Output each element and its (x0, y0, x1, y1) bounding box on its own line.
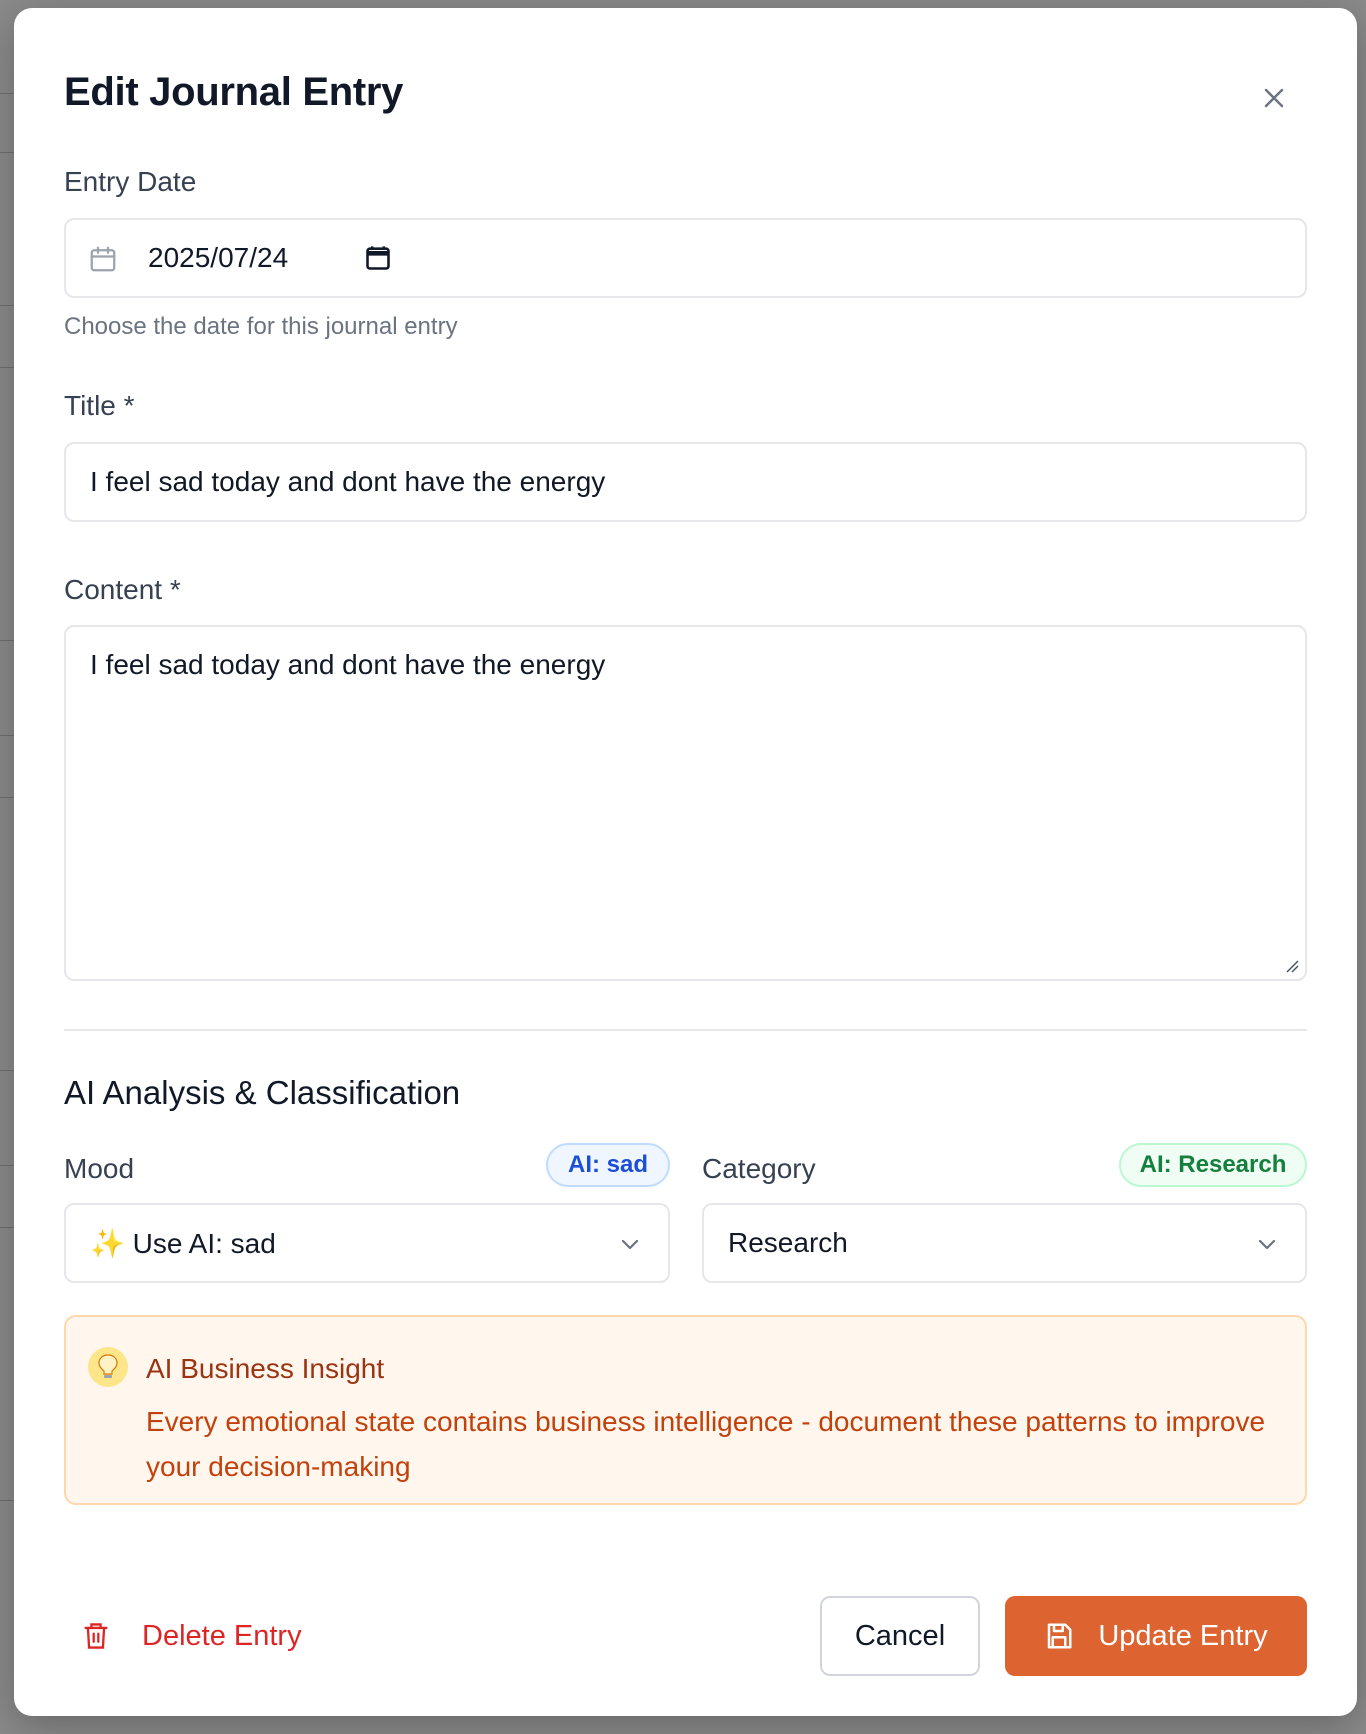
category-select-value: Research (728, 1227, 848, 1258)
close-icon (1264, 88, 1284, 108)
modal-title: Edit Journal Entry (64, 70, 404, 114)
lightbulb-icon (88, 1347, 128, 1387)
title-label: Title * (64, 390, 135, 421)
trash-icon (84, 1623, 108, 1649)
section-divider (64, 1029, 1307, 1031)
edit-entry-modal: Edit Journal Entry Entry Date 2025/07/24… (14, 8, 1357, 1716)
mood-label: Mood (64, 1153, 135, 1184)
chevron-down-icon (1258, 1239, 1276, 1250)
content-textarea-value: I feel sad today and dont have the energ… (90, 649, 606, 680)
delete-entry-label: Delete Entry (142, 1619, 302, 1652)
category-label: Category (702, 1153, 816, 1184)
calendar-icon (90, 246, 116, 272)
category-select[interactable]: Research (702, 1203, 1307, 1283)
mood-select[interactable]: ✨ Use AI: sad (64, 1203, 670, 1283)
close-button[interactable] (1254, 78, 1294, 118)
resize-handle-icon[interactable] (1285, 959, 1299, 973)
entry-date-input[interactable]: 2025/07/24 (64, 218, 1307, 298)
title-input-value: I feel sad today and dont have the energ… (90, 466, 606, 497)
content-textarea[interactable]: I feel sad today and dont have the energ… (64, 625, 1307, 981)
ai-insight-box: AI Business Insight Every emotional stat… (64, 1315, 1307, 1505)
entry-date-label: Entry Date (64, 166, 197, 197)
ai-mood-badge: AI: sad (546, 1143, 670, 1187)
entry-date-hint: Choose the date for this journal entry (64, 313, 458, 340)
insight-title: AI Business Insight (146, 1353, 385, 1384)
delete-entry-button[interactable]: Delete Entry (82, 1596, 302, 1676)
save-icon (1048, 1623, 1072, 1649)
mood-select-value: ✨ Use AI: sad (90, 1228, 276, 1259)
cancel-button[interactable]: Cancel (820, 1596, 980, 1676)
content-label: Content * (64, 574, 181, 605)
date-picker-icon[interactable] (364, 244, 392, 272)
chevron-down-icon (621, 1239, 639, 1250)
insight-text: Every emotional state contains business … (146, 1406, 1266, 1482)
entry-date-value: 2025/07/24 (148, 242, 289, 273)
update-entry-button[interactable]: Update Entry (1005, 1596, 1307, 1676)
title-input[interactable]: I feel sad today and dont have the energ… (64, 442, 1307, 522)
update-entry-label: Update Entry (1098, 1619, 1268, 1652)
ai-section-title: AI Analysis & Classification (64, 1074, 461, 1111)
ai-category-badge: AI: Research (1119, 1143, 1307, 1187)
